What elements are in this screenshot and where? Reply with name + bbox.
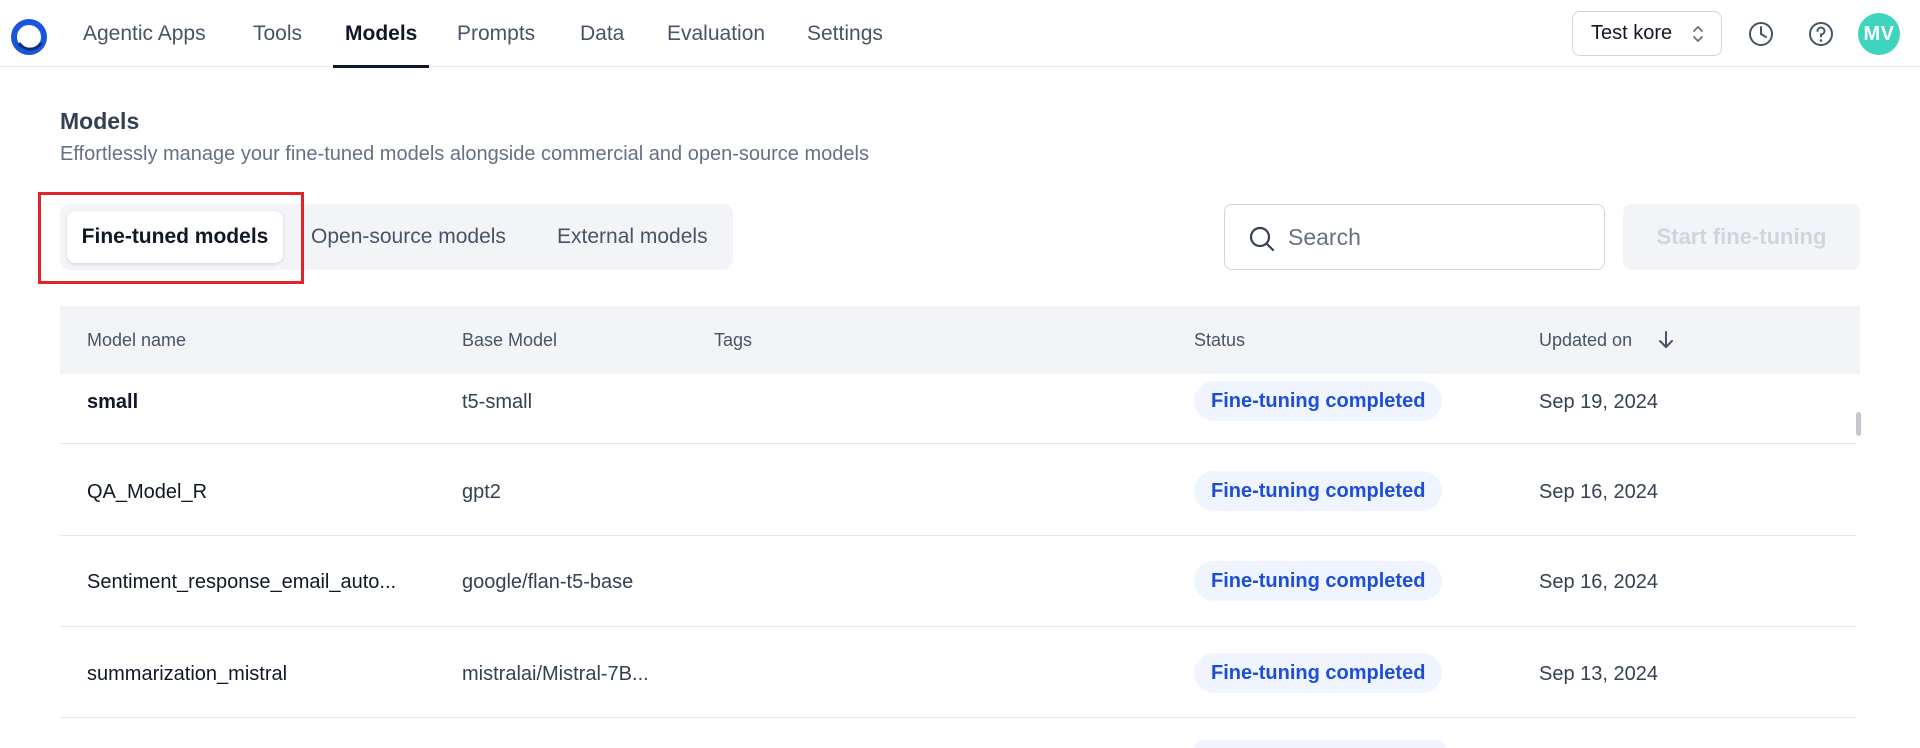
column-header-base-model[interactable]: Base Model bbox=[462, 306, 557, 374]
tab-external-models[interactable]: External models bbox=[557, 211, 708, 263]
nav-item-tools[interactable]: Tools bbox=[253, 0, 302, 67]
base-model: mistralai/Mistral-7B... bbox=[462, 663, 649, 685]
base-model: t5-small bbox=[462, 391, 533, 413]
search-icon bbox=[1249, 226, 1275, 252]
help-icon[interactable] bbox=[1806, 19, 1836, 49]
status-badge: Fine-tuning completed bbox=[1194, 381, 1443, 421]
updated-date: Sep 19, 2024 bbox=[1539, 391, 1658, 413]
base-model: gpt2 bbox=[462, 481, 501, 503]
account-name: Test kore bbox=[1591, 22, 1673, 44]
column-header-tags: Tags bbox=[714, 330, 753, 350]
model-name[interactable]: summarization_mistral bbox=[87, 663, 287, 686]
page-subtitle: Effortlessly manage your fine-tuned mode… bbox=[60, 143, 869, 165]
nav-item-agentic-apps[interactable]: Agentic Apps bbox=[83, 0, 206, 67]
model-name[interactable]: Sentiment_response_email_auto... bbox=[87, 571, 396, 594]
tab-open-source-models[interactable]: Open-source models bbox=[311, 211, 506, 263]
top-navigation: Agentic Apps Tools Models Prompts Data E… bbox=[0, 0, 1920, 68]
status-badge: Fine-tuning completed bbox=[1194, 561, 1443, 601]
table-row[interactable]: QA_Model_R gpt2 Fine-tuning completed Se… bbox=[60, 445, 1856, 536]
nav-item-data[interactable]: Data bbox=[580, 0, 624, 67]
updated-date: Sep 13, 2024 bbox=[1539, 663, 1658, 685]
model-name[interactable]: small bbox=[87, 391, 138, 414]
table-scrollbar[interactable] bbox=[1856, 412, 1861, 436]
search-input[interactable] bbox=[1288, 215, 1588, 259]
status-badge: Fine-tuning completed bbox=[1194, 653, 1443, 693]
updated-date: Sep 16, 2024 bbox=[1539, 481, 1658, 503]
status-badge-partial bbox=[1194, 740, 1446, 748]
table-row[interactable]: Sentiment_response_email_auto... google/… bbox=[60, 536, 1856, 627]
tab-fine-tuned-models[interactable]: Fine-tuned models bbox=[67, 211, 283, 263]
model-name[interactable]: QA_Model_R bbox=[87, 481, 207, 504]
column-header-status[interactable]: Status bbox=[1194, 306, 1245, 374]
app-logo-icon[interactable] bbox=[10, 18, 48, 56]
table-header: Model name Base Model Tags Status Update… bbox=[60, 306, 1860, 374]
model-type-tabs: Fine-tuned models Open-source models Ext… bbox=[60, 204, 733, 270]
start-fine-tuning-button[interactable]: Start fine-tuning bbox=[1623, 204, 1860, 270]
updated-date: Sep 16, 2024 bbox=[1539, 571, 1658, 593]
status-badge: Fine-tuning completed bbox=[1194, 471, 1443, 511]
table-row[interactable]: small t5-small Fine-tuning completed Sep… bbox=[60, 375, 1856, 444]
search-box[interactable] bbox=[1224, 204, 1605, 270]
table-row[interactable]: summarization_mistral mistralai/Mistral-… bbox=[60, 627, 1856, 718]
page-title: Models bbox=[60, 108, 140, 134]
nav-item-settings[interactable]: Settings bbox=[807, 0, 883, 67]
sort-descending-icon[interactable] bbox=[1657, 330, 1675, 350]
column-header-updated-on[interactable]: Updated on bbox=[1539, 306, 1632, 374]
nav-item-prompts[interactable]: Prompts bbox=[457, 0, 535, 67]
account-selector[interactable]: Test kore bbox=[1572, 11, 1722, 56]
column-header-model-name[interactable]: Model name bbox=[87, 306, 186, 374]
base-model: google/flan-t5-base bbox=[462, 571, 634, 593]
chevron-up-down-icon bbox=[1693, 26, 1703, 42]
history-icon[interactable] bbox=[1746, 19, 1776, 49]
user-avatar[interactable]: MV bbox=[1858, 13, 1900, 55]
nav-item-evaluation[interactable]: Evaluation bbox=[667, 0, 765, 67]
nav-item-models[interactable]: Models bbox=[332, 0, 430, 68]
